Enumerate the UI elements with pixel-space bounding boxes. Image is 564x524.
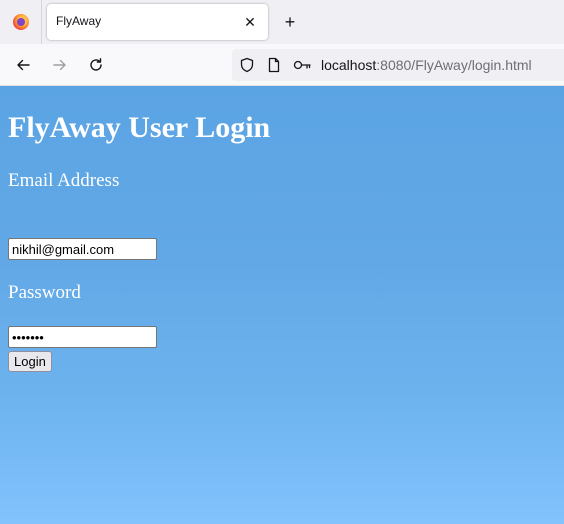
key-icon[interactable] xyxy=(293,56,311,74)
firefox-logo-icon xyxy=(12,14,29,30)
navigation-bar: localhost:8080/FlyAway/login.html xyxy=(0,44,564,86)
url-host: localhost xyxy=(321,57,377,73)
page-content: FlyAway User Login Email Address Passwor… xyxy=(0,86,564,524)
close-icon[interactable]: ✕ xyxy=(239,11,261,33)
password-label: Password xyxy=(8,282,81,303)
page-title: FlyAway User Login xyxy=(8,111,271,144)
reload-icon[interactable] xyxy=(83,52,109,78)
address-bar[interactable]: localhost:8080/FlyAway/login.html xyxy=(232,49,564,81)
login-button[interactable]: Login xyxy=(8,351,52,372)
new-tab-button[interactable]: + xyxy=(279,11,301,33)
forward-arrow-icon[interactable] xyxy=(47,52,73,78)
tab-flyaway[interactable]: FlyAway ✕ xyxy=(47,4,268,40)
url-text: localhost:8080/FlyAway/login.html xyxy=(321,57,532,73)
password-field[interactable] xyxy=(8,326,157,348)
back-arrow-icon[interactable] xyxy=(10,52,36,78)
page-icon[interactable] xyxy=(265,56,283,74)
firefox-menu-button[interactable] xyxy=(0,0,42,44)
email-field[interactable] xyxy=(8,238,157,260)
tab-strip: FlyAway ✕ + xyxy=(0,0,564,44)
tab-title: FlyAway xyxy=(56,14,102,28)
email-label: Email Address xyxy=(8,170,120,191)
shield-icon[interactable] xyxy=(238,56,256,74)
url-path: :8080/FlyAway/login.html xyxy=(376,57,532,73)
